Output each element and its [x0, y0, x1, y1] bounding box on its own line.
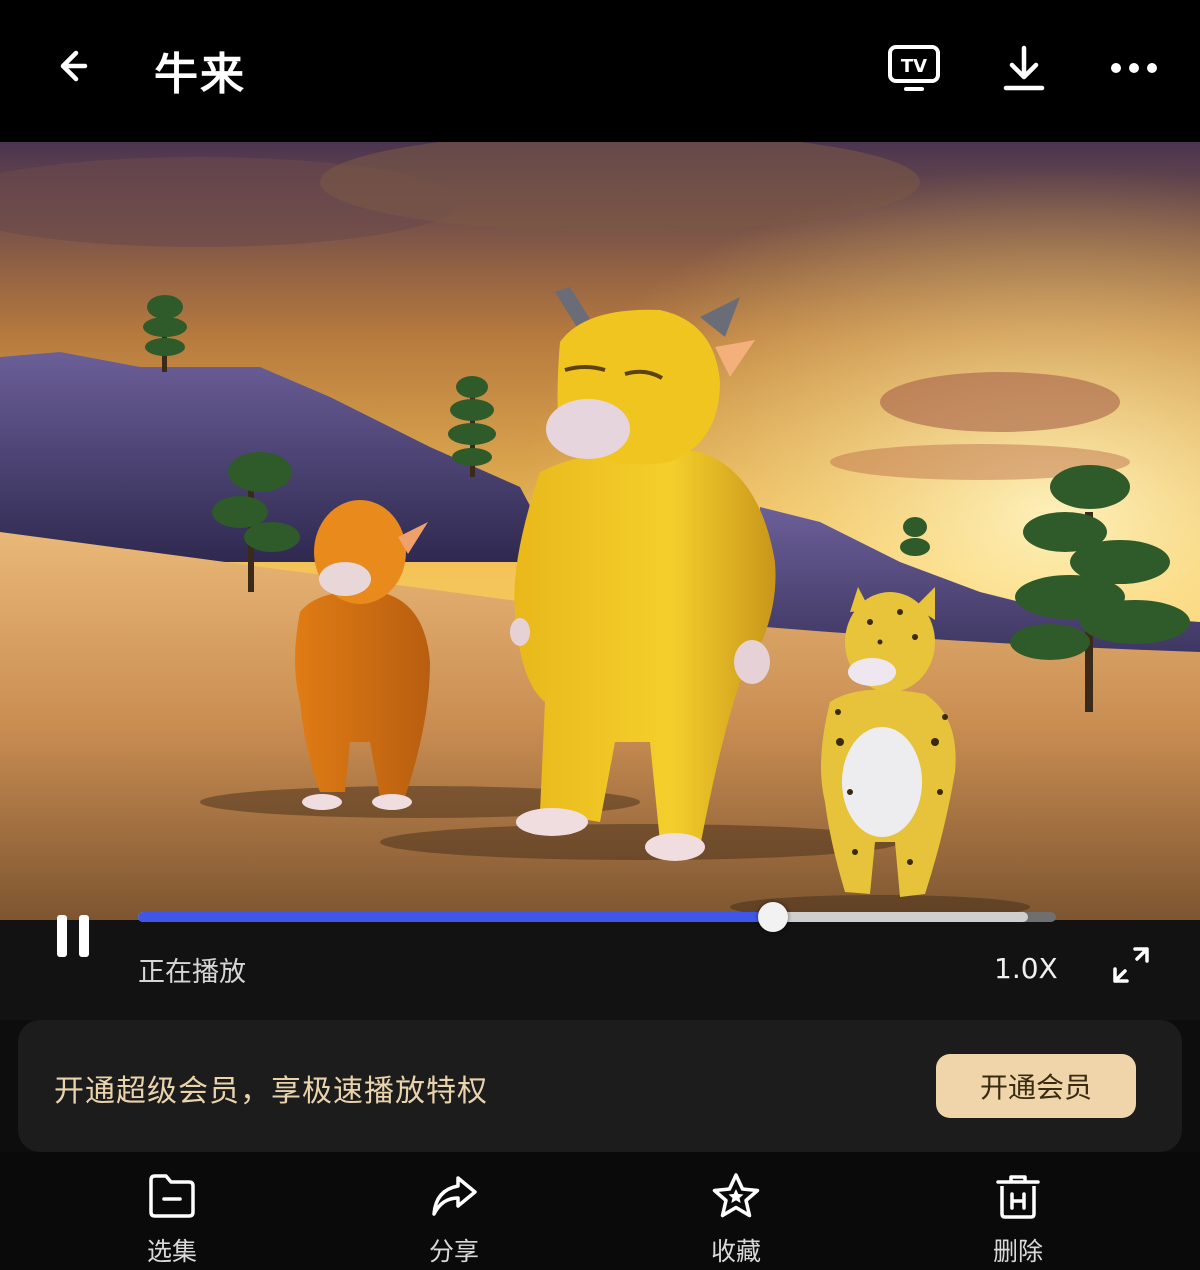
more-horizontal-icon [1111, 63, 1157, 73]
fullscreen-button[interactable] [1108, 942, 1154, 988]
fullscreen-icon [1113, 947, 1149, 983]
vip-promo-banner: 开通超级会员，享极速播放特权 开通会员 [18, 1020, 1182, 1152]
download-icon [1003, 45, 1045, 91]
trash-icon [996, 1175, 1040, 1219]
delete-button[interactable]: 删除 [948, 1172, 1088, 1268]
pause-button[interactable] [48, 910, 98, 962]
favorite-button[interactable]: 收藏 [666, 1172, 806, 1268]
favorite-label: 收藏 [710, 1237, 761, 1266]
tv-cast-icon: TV [888, 45, 940, 91]
open-vip-button[interactable]: 开通会员 [936, 1054, 1136, 1118]
delete-label: 删除 [992, 1237, 1043, 1266]
tv-cast-button[interactable]: TV [884, 38, 944, 98]
pause-icon [57, 915, 89, 957]
episodes-button[interactable]: 选集 [102, 1172, 242, 1268]
share-label: 分享 [428, 1237, 479, 1266]
bottom-toolbar: 选集 分享 收藏 删除 [0, 1152, 1200, 1270]
video-scene-image [0, 142, 1200, 920]
download-button[interactable] [994, 38, 1054, 98]
page-title: 牛来 [154, 49, 246, 100]
top-bar: 牛来 TV [0, 0, 1200, 142]
progress-played [138, 912, 774, 922]
more-button[interactable] [1104, 38, 1164, 98]
episodes-label: 选集 [146, 1237, 197, 1266]
star-icon [712, 1173, 760, 1218]
share-button[interactable]: 分享 [384, 1172, 524, 1268]
promo-text: 开通超级会员，享极速播放特权 [54, 1074, 488, 1109]
speed-button[interactable]: 1.0X [994, 952, 1058, 985]
share-icon [432, 1176, 477, 1216]
arrow-left-icon [60, 50, 88, 82]
back-button[interactable] [46, 36, 106, 96]
folder-icon [149, 1174, 195, 1218]
tv-label: TV [901, 56, 927, 77]
playback-status: 正在播放 [138, 957, 246, 988]
video-frame[interactable] [0, 142, 1200, 920]
progress-bar[interactable] [138, 902, 1056, 932]
